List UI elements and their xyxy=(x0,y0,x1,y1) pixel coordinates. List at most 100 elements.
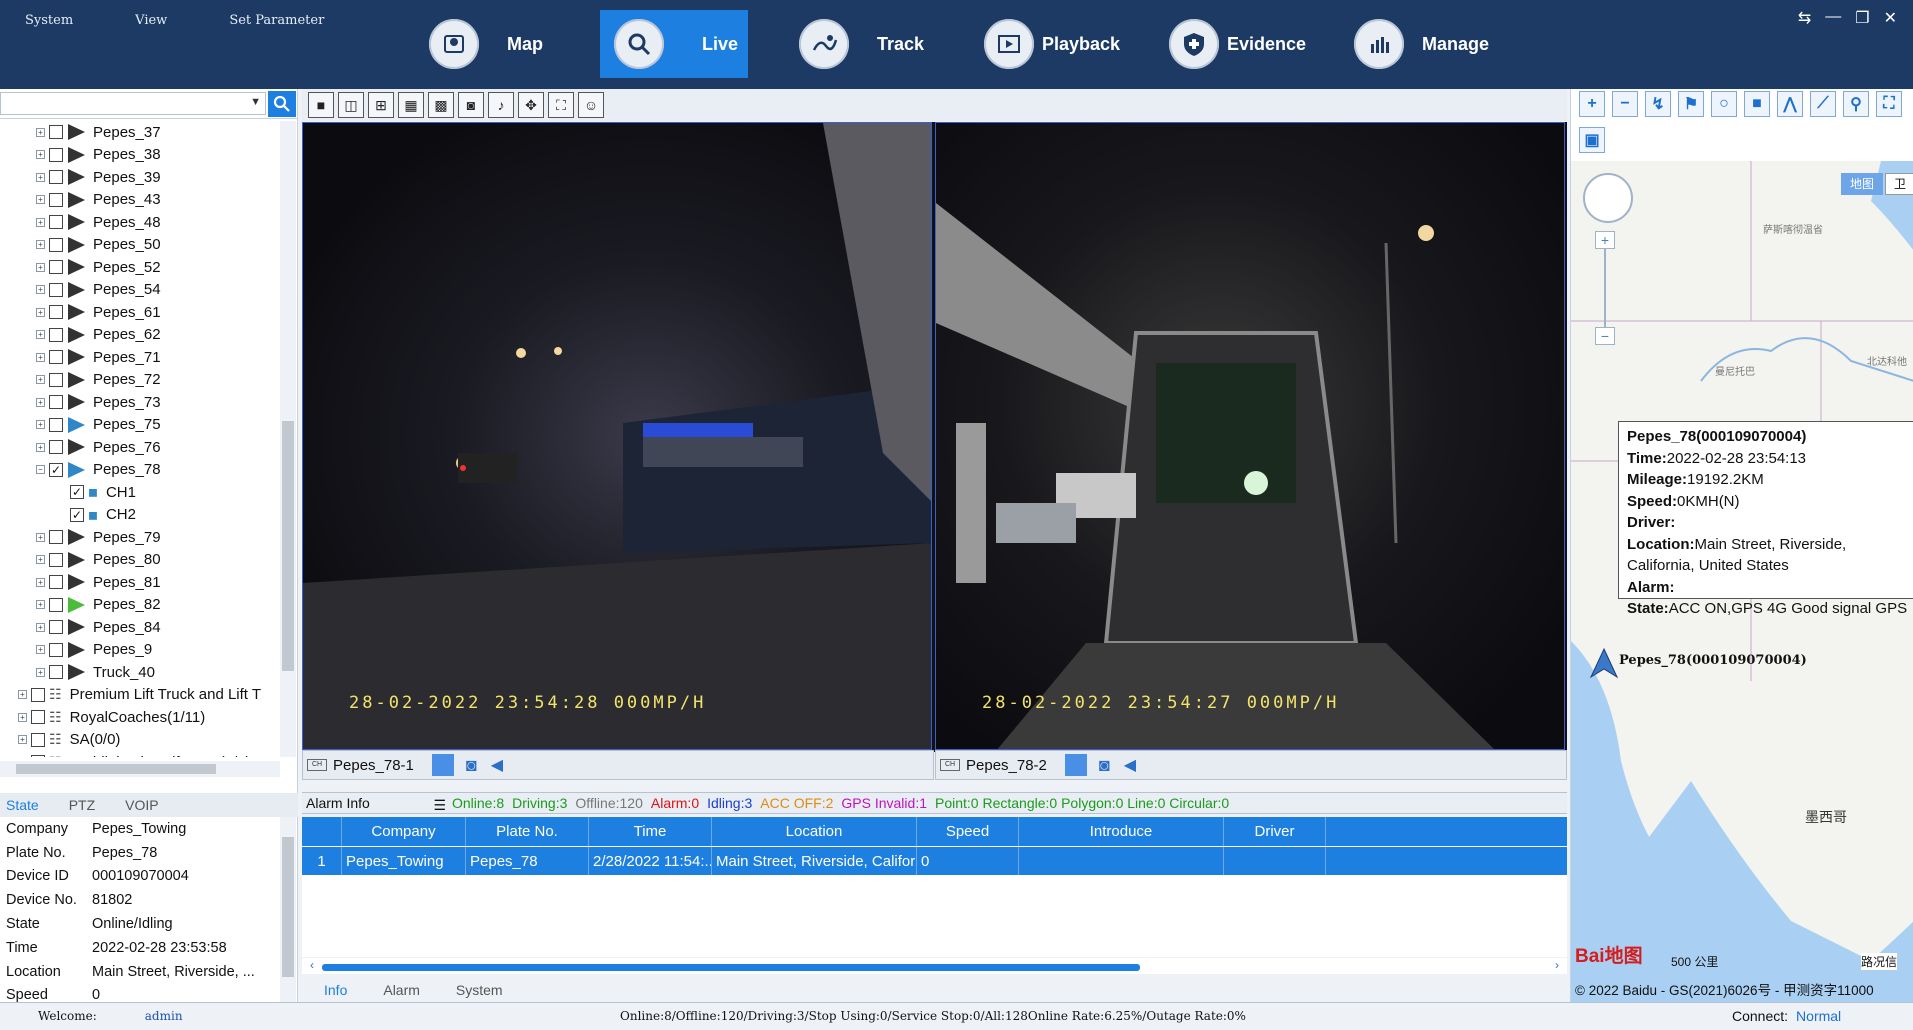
expand-toggle-icon[interactable]: + xyxy=(36,307,45,317)
tree-vehicle-item[interactable]: + Pepes_81 xyxy=(0,571,280,594)
scroll-right-icon[interactable]: › xyxy=(1555,958,1559,972)
tree-checkbox[interactable]: ✓ xyxy=(70,485,84,500)
expand-toggle-icon[interactable]: + xyxy=(36,420,45,430)
fullscreen-icon[interactable]: ⛶ xyxy=(1876,91,1902,117)
nav-live[interactable]: Live xyxy=(600,10,748,78)
tree-checkbox[interactable] xyxy=(49,350,63,365)
tree-checkbox[interactable]: ✓ xyxy=(70,507,84,522)
table-header-cell[interactable]: Speed xyxy=(917,817,1019,846)
tree-checkbox[interactable] xyxy=(31,755,45,757)
table-header-cell[interactable]: Plate No. xyxy=(466,817,589,846)
save-icon[interactable]: ▣ xyxy=(1579,127,1605,153)
search-icon[interactable]: ⚲ xyxy=(1843,91,1869,117)
tree-channel-item[interactable]: ✓ ◼ CH1 xyxy=(0,481,280,504)
layout-2-icon[interactable]: ◫ xyxy=(338,92,364,118)
tree-checkbox[interactable] xyxy=(49,147,63,162)
tree-checkbox[interactable] xyxy=(49,282,63,297)
tree-checkbox[interactable] xyxy=(49,170,63,185)
nav-track[interactable]: Track xyxy=(785,10,970,78)
info-scrollbar[interactable] xyxy=(280,817,296,1007)
flag-icon[interactable]: ⚑ xyxy=(1678,91,1704,117)
zoom-out-icon[interactable]: − xyxy=(1612,91,1638,117)
expand-toggle-icon[interactable]: + xyxy=(18,735,27,745)
volume-icon[interactable]: ♪ xyxy=(488,92,514,118)
tree-group-item[interactable]: + ☷ RoyalCoaches(1/11) xyxy=(0,706,280,729)
tree-checkbox[interactable] xyxy=(49,327,63,342)
camera-icon[interactable]: ◙ xyxy=(458,92,484,118)
tree-vehicle-item[interactable]: + Pepes_62 xyxy=(0,324,280,347)
expand-toggle-icon[interactable]: + xyxy=(36,397,45,407)
vehicle-marker-icon[interactable] xyxy=(1589,647,1619,679)
expand-toggle-icon[interactable]: + xyxy=(36,195,45,205)
table-header-cell[interactable]: Location xyxy=(712,817,917,846)
tree-checkbox[interactable] xyxy=(49,237,63,252)
ptz-icon[interactable]: ✥ xyxy=(518,92,544,118)
tree-channel-item[interactable]: ✓ ◼ CH2 xyxy=(0,504,280,527)
tree-vehicle-item[interactable]: + Pepes_79 xyxy=(0,526,280,549)
expand-toggle-icon[interactable]: + xyxy=(36,645,45,655)
record-button[interactable] xyxy=(431,754,454,776)
expand-toggle-icon[interactable]: + xyxy=(36,150,45,160)
tree-vehicle-item[interactable]: + Pepes_73 xyxy=(0,391,280,414)
user-icon[interactable]: ☺ xyxy=(578,92,604,118)
tree-checkbox[interactable] xyxy=(31,732,45,747)
tree-checkbox[interactable] xyxy=(49,395,63,410)
tree-group-item[interactable]: + ☷ Premium Lift Truck and Lift T xyxy=(0,684,280,707)
layout-1-icon[interactable]: ■ xyxy=(308,92,334,118)
table-hscrollbar[interactable]: ‹ › xyxy=(302,958,1567,974)
table-row[interactable]: 1 Pepes_Towing Pepes_78 2/28/2022 11:54:...… xyxy=(302,847,1567,875)
circle-icon[interactable]: ○ xyxy=(1711,91,1737,117)
tree-vehicle-item[interactable]: − ✓ Pepes_78 xyxy=(0,459,280,482)
tree-vehicle-item[interactable]: + Pepes_43 xyxy=(0,189,280,212)
tree-vehicle-item[interactable]: + Pepes_50 xyxy=(0,234,280,257)
tree-checkbox[interactable] xyxy=(49,552,63,567)
tree-vehicle-item[interactable]: + Pepes_84 xyxy=(0,616,280,639)
zoom-minus-icon[interactable]: − xyxy=(1595,327,1615,345)
tab-voip[interactable]: VOIP xyxy=(125,797,158,813)
expand-toggle-icon[interactable]: + xyxy=(36,330,45,340)
maximize-icon[interactable]: ❐ xyxy=(1855,8,1869,28)
expand-toggle-icon[interactable]: + xyxy=(36,555,45,565)
tree-group-item[interactable]: +☷Saddleback Golf Carts(0/5) xyxy=(0,751,280,757)
nav-map[interactable]: Map xyxy=(415,10,600,78)
tree-scrollbar[interactable] xyxy=(280,121,296,757)
tree-vehicle-item[interactable]: + Pepes_48 xyxy=(0,211,280,234)
menu-view[interactable]: View xyxy=(135,13,167,28)
tree-checkbox[interactable] xyxy=(49,305,63,320)
scroll-left-icon[interactable]: ‹ xyxy=(310,958,314,972)
tree-checkbox[interactable] xyxy=(49,125,63,140)
expand-toggle-icon[interactable]: + xyxy=(36,240,45,250)
layout-4-icon[interactable]: ⊞ xyxy=(368,92,394,118)
polygon-icon[interactable]: ⋀ xyxy=(1777,91,1803,117)
minimize-icon[interactable]: — xyxy=(1825,8,1841,28)
tree-checkbox[interactable] xyxy=(49,192,63,207)
tree-vehicle-item[interactable]: + Truck_40 xyxy=(0,661,280,684)
rectangle-icon[interactable]: ■ xyxy=(1744,91,1770,117)
zoom-in-icon[interactable]: + xyxy=(1579,91,1605,117)
tree-vehicle-item[interactable]: + Pepes_37 xyxy=(0,121,280,144)
tree-checkbox[interactable] xyxy=(49,620,63,635)
tree-checkbox[interactable]: ✓ xyxy=(49,462,63,477)
tree-checkbox[interactable] xyxy=(31,710,45,725)
map-zoom-slider[interactable]: + − xyxy=(1595,231,1615,361)
tree-checkbox[interactable] xyxy=(49,597,63,612)
tree-vehicle-item[interactable]: + Pepes_9 xyxy=(0,639,280,662)
table-header-cell[interactable]: Driver xyxy=(1224,817,1326,846)
tree-vehicle-item[interactable]: + Pepes_52 xyxy=(0,256,280,279)
zoom-plus-icon[interactable]: + xyxy=(1595,231,1615,249)
tree-vehicle-item[interactable]: + Pepes_72 xyxy=(0,369,280,392)
line-icon[interactable]: ⟋ xyxy=(1810,91,1836,117)
tree-vehicle-item[interactable]: + Pepes_54 xyxy=(0,279,280,302)
tab-ptz[interactable]: PTZ xyxy=(69,797,95,813)
menu-set-parameter[interactable]: Set Parameter xyxy=(229,13,324,28)
expand-toggle-icon[interactable]: + xyxy=(36,352,45,362)
tree-checkbox[interactable] xyxy=(49,440,63,455)
tree-checkbox[interactable] xyxy=(49,665,63,680)
video-channel-1[interactable]: 28-02-2022 23:54:28 000MP/H xyxy=(302,122,932,750)
table-header-cell[interactable]: Time xyxy=(589,817,712,846)
tree-group-item[interactable]: + ☷ SA(0/0) xyxy=(0,729,280,752)
tree-vehicle-item[interactable]: + Pepes_71 xyxy=(0,346,280,369)
expand-toggle-icon[interactable]: + xyxy=(36,577,45,587)
video-channel-2[interactable]: 28-02-2022 23:54:27 000MP/H xyxy=(935,122,1565,750)
tab-system[interactable]: System xyxy=(456,982,503,1002)
